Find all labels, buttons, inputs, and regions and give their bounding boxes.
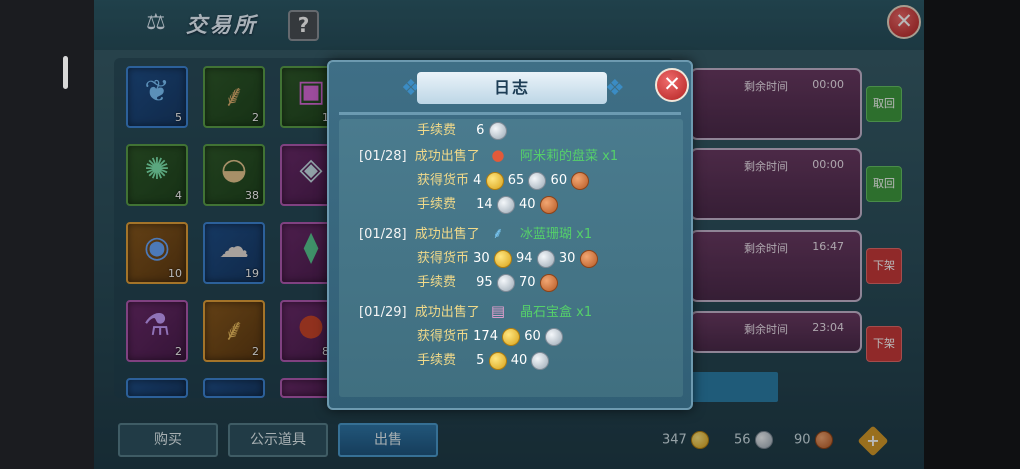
- item-name: 冰蓝珊瑚 x1: [520, 227, 593, 242]
- pink-chest-icon: ▤: [490, 302, 505, 320]
- silver-coin-icon: [536, 249, 555, 268]
- silver-amount: 14: [476, 197, 493, 212]
- list-item: [01/28] 成功出售了 ⸙ 冰蓝珊瑚 x1 获得货币 30 94 30 手续…: [339, 215, 683, 293]
- log-date: [01/29]: [359, 305, 407, 320]
- divider: [339, 112, 681, 115]
- silver-coin-icon: [544, 327, 563, 346]
- silver-coin-icon: [496, 273, 515, 292]
- earned-label: 获得货币: [417, 173, 470, 188]
- fee-label: 手续费: [417, 197, 457, 212]
- dialog-close-button[interactable]: ✕: [655, 68, 689, 102]
- silver-amount: 94: [515, 251, 533, 266]
- gold-coin-icon: [493, 249, 512, 268]
- copper-amount: 30: [558, 251, 576, 266]
- log-date: [01/28]: [359, 149, 407, 164]
- list-item: [01/29] 成功出售了 ▤ 晶石宝盒 x1 获得货币 174 60 手续费 …: [339, 293, 683, 371]
- copper-coin-icon: [539, 273, 558, 292]
- list-item: 手续费 6: [339, 119, 683, 140]
- copper-coin-icon: [579, 249, 598, 268]
- gold-amount: 30: [473, 251, 490, 266]
- dialog-title: 日志: [493, 78, 530, 97]
- sold-label: 成功出售了: [414, 149, 480, 164]
- gold-amount: 4: [473, 173, 482, 188]
- silver-coin-icon: [496, 195, 515, 214]
- sold-label: 成功出售了: [414, 305, 480, 320]
- sold-label: 成功出售了: [414, 227, 480, 242]
- copper-amount: 60: [550, 173, 568, 188]
- silver-amount: 60: [524, 329, 541, 344]
- silver-coin-icon: [531, 351, 550, 370]
- copper-coin-icon: [539, 195, 558, 214]
- list-item: [01/28] 成功出售了 ● 阿米莉的盘菜 x1 获得货币 4 65 60 手…: [339, 137, 683, 215]
- fee-label: 手续费: [417, 123, 457, 138]
- copper-amount: 40: [518, 197, 536, 212]
- log-date: [01/28]: [359, 227, 407, 242]
- silver-amount: 6: [476, 123, 485, 138]
- left-margin: [0, 0, 94, 469]
- log-list[interactable]: 手续费 6 [01/28] 成功出售了 ● 阿米莉的盘菜 x1 获得货币 4 6…: [339, 119, 683, 397]
- copper-amount: 70: [518, 275, 536, 290]
- gold-coin-icon: [485, 171, 504, 190]
- log-dialog: ❖ 日志 ❖ ✕ 手续费 6 [01/28] 成功出售了 ● 阿米莉的盘菜 x1: [327, 60, 693, 410]
- silver-amount: 65: [507, 173, 525, 188]
- item-name: 晶石宝盒 x1: [520, 305, 593, 320]
- ornament-right-icon: ❖: [605, 76, 625, 101]
- right-margin: [924, 0, 1020, 469]
- silver-amount: 95: [476, 275, 493, 290]
- gold-amount: 174: [473, 329, 498, 344]
- earned-label: 获得货币: [417, 251, 470, 266]
- copper-coin-icon: [571, 171, 590, 190]
- dialog-title-banner: 日志: [417, 72, 607, 104]
- gold-amount: 5: [476, 353, 485, 368]
- earned-label: 获得货币: [417, 329, 470, 344]
- side-handle[interactable]: [63, 56, 68, 89]
- gold-coin-icon: [502, 327, 521, 346]
- silver-coin-icon: [528, 171, 547, 190]
- fee-label: 手续费: [417, 275, 457, 290]
- fee-label: 手续费: [417, 353, 457, 368]
- item-name: 阿米莉的盘菜 x1: [520, 149, 619, 164]
- gold-coin-icon: [488, 351, 507, 370]
- silver-amount: 40: [510, 353, 528, 368]
- blue-coral-icon: ⸙: [492, 224, 504, 242]
- red-meal-icon: ●: [491, 146, 505, 164]
